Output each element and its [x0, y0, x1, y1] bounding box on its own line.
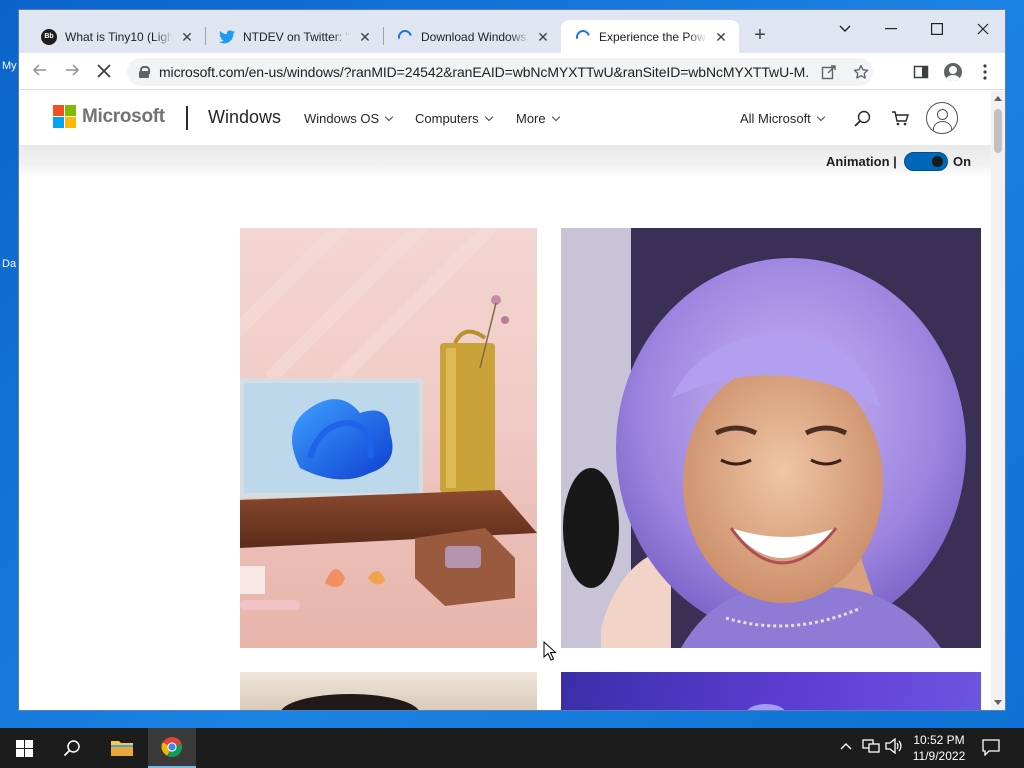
side-panel-icon[interactable]	[909, 60, 933, 84]
windows-brand-link[interactable]: Windows	[208, 107, 281, 128]
back-icon[interactable]	[28, 60, 52, 84]
page-scrollbar[interactable]	[991, 91, 1005, 710]
close-icon[interactable]: ✕	[535, 29, 551, 45]
profile-icon[interactable]	[941, 60, 965, 84]
spinner-icon	[395, 26, 415, 47]
stop-loading-icon[interactable]	[92, 60, 116, 84]
browser-window: Bb What is Tiny10 (Light ✕ NTDEV on Twit…	[18, 9, 1006, 711]
nav-label: Computers	[415, 111, 479, 126]
partial-photo	[240, 672, 537, 710]
nav-windows-os[interactable]: Windows OS	[304, 111, 394, 126]
desktop-icon-label[interactable]: My	[2, 60, 17, 72]
url-text[interactable]: microsoft.com/en-us/windows/?ranMID=2454…	[159, 64, 809, 80]
nav-all-microsoft[interactable]: All Microsoft	[740, 111, 826, 126]
laptop-showcase-image	[240, 228, 537, 648]
nav-computers[interactable]: Computers	[415, 111, 493, 126]
browser-toolbar: microsoft.com/en-us/windows/?ranMID=2454…	[19, 53, 1005, 90]
partial-promo-image	[561, 672, 981, 710]
menu-kebab-icon[interactable]	[973, 60, 997, 84]
nav-label: All Microsoft	[740, 111, 811, 126]
close-icon[interactable]: ✕	[713, 29, 729, 45]
logo-square	[53, 117, 64, 128]
microsoft-logo[interactable]: Microsoft	[53, 105, 165, 128]
chevron-down-icon	[484, 112, 493, 121]
spinner-icon	[573, 26, 593, 47]
smiling-woman-photo	[561, 228, 981, 648]
desktop-icon-label[interactable]: Da	[2, 258, 16, 270]
start-button[interactable]	[0, 728, 48, 768]
clock-time: 10:52 PM	[913, 733, 965, 747]
volume-icon[interactable]	[885, 737, 903, 757]
scroll-thumb[interactable]	[994, 109, 1002, 153]
tab-title: NTDEV on Twitter: "D	[243, 29, 351, 44]
maximize-icon[interactable]	[914, 14, 960, 44]
logo-square	[65, 105, 76, 116]
tab-twitter[interactable]: NTDEV on Twitter: "D ✕	[205, 20, 383, 53]
lock-icon[interactable]	[139, 66, 150, 78]
microsoft-grid-icon	[53, 105, 76, 128]
minimize-icon[interactable]	[868, 14, 914, 44]
tab-search-icon[interactable]	[822, 14, 868, 44]
windows-logo-icon	[15, 739, 33, 757]
search-icon[interactable]	[852, 108, 872, 128]
close-icon[interactable]: ✕	[179, 29, 195, 45]
clock-date: 11/9/2022	[912, 749, 966, 763]
tab-download-windows[interactable]: Download Windows 1 ✕	[383, 20, 561, 53]
logo-square	[53, 105, 64, 116]
notifications-icon[interactable]	[982, 739, 1000, 759]
mouse-cursor-icon	[543, 641, 557, 661]
close-window-icon[interactable]	[960, 14, 1005, 44]
animation-state: On	[953, 154, 972, 169]
header-divider	[186, 106, 188, 130]
nav-more[interactable]: More	[516, 111, 560, 126]
chevron-down-icon	[551, 112, 560, 121]
network-icon[interactable]	[862, 738, 880, 757]
bookmark-star-icon[interactable]	[849, 60, 873, 84]
animation-toggle[interactable]	[904, 152, 948, 171]
logo-square	[65, 117, 76, 128]
scroll-up-icon[interactable]	[994, 96, 1002, 101]
tab-title: Experience the Power	[599, 29, 707, 44]
chevron-down-icon	[816, 112, 826, 121]
tab-tiny10[interactable]: Bb What is Tiny10 (Light ✕	[27, 20, 205, 53]
share-icon[interactable]	[817, 60, 841, 84]
tab-title: What is Tiny10 (Light	[65, 29, 173, 44]
taskbar-clock[interactable]: 10:52 PM 11/9/2022	[906, 732, 972, 764]
chrome-taskbar-icon[interactable]	[148, 728, 196, 768]
web-page: Microsoft Windows Windows OS Computers M…	[19, 91, 991, 710]
nav-label: More	[516, 111, 546, 126]
chevron-up-icon[interactable]	[840, 738, 852, 753]
site-header: Microsoft Windows Windows OS Computers M…	[19, 91, 991, 145]
chevron-down-icon	[384, 112, 394, 121]
address-bar[interactable]: microsoft.com/en-us/windows/?ranMID=2454…	[127, 58, 873, 86]
close-icon[interactable]: ✕	[357, 29, 373, 45]
animation-bar: Animation | On	[19, 145, 991, 177]
bb-icon: Bb	[41, 28, 57, 45]
tab-title: Download Windows 1	[421, 29, 529, 44]
new-tab-button[interactable]: +	[749, 24, 771, 46]
cart-icon[interactable]	[890, 108, 910, 128]
tab-strip: Bb What is Tiny10 (Light ✕ NTDEV on Twit…	[19, 10, 1005, 53]
taskbar: 10:52 PM 11/9/2022	[0, 728, 1024, 768]
tab-experience-power[interactable]: Experience the Power ✕	[561, 20, 739, 53]
scroll-down-icon[interactable]	[994, 700, 1002, 705]
twitter-icon	[219, 29, 235, 45]
animation-label: Animation |	[826, 154, 897, 169]
microsoft-wordmark: Microsoft	[82, 105, 165, 127]
forward-icon[interactable]	[60, 60, 84, 84]
account-avatar-icon[interactable]	[926, 102, 958, 134]
file-explorer-icon[interactable]	[98, 728, 146, 768]
search-taskbar-icon[interactable]	[48, 728, 96, 768]
nav-label: Windows OS	[304, 111, 380, 126]
